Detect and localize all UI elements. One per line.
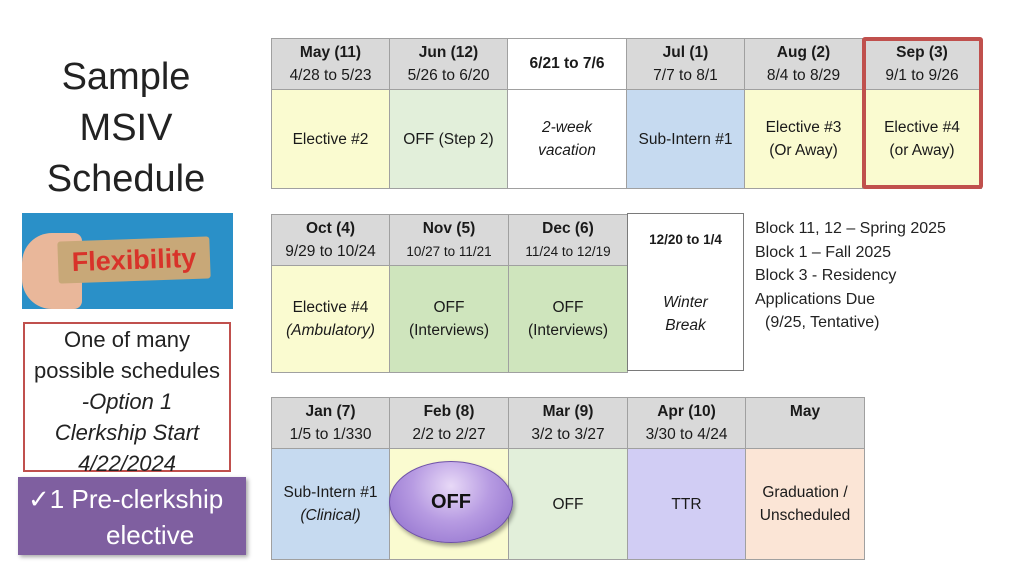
block-header-jan: Jan (7) 1/5 to 1/330 xyxy=(271,397,390,449)
winter-break-block: 12/20 to 1/4 Winter Break xyxy=(627,213,744,371)
title-line-1: Sample xyxy=(61,56,191,98)
side-note-line-5: (9/25, Tentative) xyxy=(765,314,880,331)
note-line-5: 4/22/2024 xyxy=(78,451,176,476)
flexibility-card: Flexibility xyxy=(57,236,211,284)
check-icon: ✓ xyxy=(28,484,50,514)
side-note-line-2: Block 1 – Fall 2025 xyxy=(755,243,892,261)
activity-cell-vacation: 2-week vacation xyxy=(507,89,627,189)
note-line-2: possible schedules xyxy=(34,358,220,383)
activity-cell-nov: OFF (Interviews) xyxy=(389,265,509,373)
winter-break-dates: 12/20 to 1/4 xyxy=(649,232,722,247)
block-header-aug: Aug (2) 8/4 to 8/29 xyxy=(744,38,863,90)
block-header-vacation: 6/21 to 7/6 xyxy=(507,38,627,90)
activity-cell-may: Elective #2 xyxy=(271,89,390,189)
title-line-2: MSIV xyxy=(79,107,173,149)
block-header-nov: Nov (5) 10/27 to 11/21 xyxy=(389,214,509,266)
winter-break-label: Winter Break xyxy=(663,294,708,334)
block-header-dec: Dec (6) 11/24 to 12/19 xyxy=(508,214,628,266)
feb-off-bubble: OFF xyxy=(389,461,513,543)
block-header-oct: Oct (4) 9/29 to 10/24 xyxy=(271,214,390,266)
flexibility-image: Flexibility xyxy=(22,213,233,309)
side-note-line-1: Block 11, 12 – Spring 2025 xyxy=(755,220,946,237)
block-header-jul: Jul (1) 7/7 to 8/1 xyxy=(626,38,745,90)
callout-line-1: 1 Pre-clerkship xyxy=(49,484,224,514)
block-header-may: May (11) 4/28 to 5/23 xyxy=(271,38,390,90)
block-header-feb: Feb (8) 2/2 to 2/27 xyxy=(389,397,509,449)
sep-highlight-frame xyxy=(862,37,983,189)
activity-cell-aug: Elective #3 (Or Away) xyxy=(744,89,863,189)
block-header-jun: Jun (12) 5/26 to 6/20 xyxy=(389,38,508,90)
schedule-note: One of many possible schedules -Option 1… xyxy=(23,322,231,476)
activity-cell-jul: Sub-Intern #1 xyxy=(626,89,745,189)
activity-cell-apr: TTR xyxy=(627,448,746,560)
activity-cell-dec: OFF (Interviews) xyxy=(508,265,628,373)
activity-cell-jan: Sub-Intern #1 (Clinical) xyxy=(271,448,390,560)
schedule-table-row3: Jan (7) 1/5 to 1/330 Feb (8) 2/2 to 2/27 M… xyxy=(271,397,865,560)
block-header-mar: Mar (9) 3/2 to 3/27 xyxy=(508,397,628,449)
block-header-apr: Apr (10) 3/30 to 4/24 xyxy=(627,397,746,449)
callout-line-2: elective xyxy=(106,520,195,550)
schedule-table-row2: Oct (4) 9/29 to 10/24 Nov (5) 10/27 to 11/… xyxy=(271,214,628,373)
side-notes: Block 11, 12 – Spring 2025 Block 1 – Fal… xyxy=(755,217,985,335)
activity-cell-mar: OFF xyxy=(508,448,628,560)
pre-clerkship-callout: ✓1 Pre-clerkship elective xyxy=(18,477,246,555)
title-line-3: Schedule xyxy=(46,158,206,200)
activity-cell-jun: OFF (Step 2) xyxy=(389,89,508,189)
note-line-1: One of many xyxy=(64,327,190,352)
note-line-3: -Option 1 xyxy=(81,389,173,414)
page-title: Sample MSIV Schedule xyxy=(30,52,222,205)
note-line-4: Clerkship Start xyxy=(54,420,200,445)
activity-cell-may-final: Graduation / Unscheduled xyxy=(745,448,865,560)
side-note-line-4: Applications Due xyxy=(755,290,876,308)
block-header-may-final: May xyxy=(745,397,865,449)
side-note-line-3: Block 3 - Residency xyxy=(755,267,897,284)
activity-cell-oct: Elective #4 (Ambulatory) xyxy=(271,265,390,373)
